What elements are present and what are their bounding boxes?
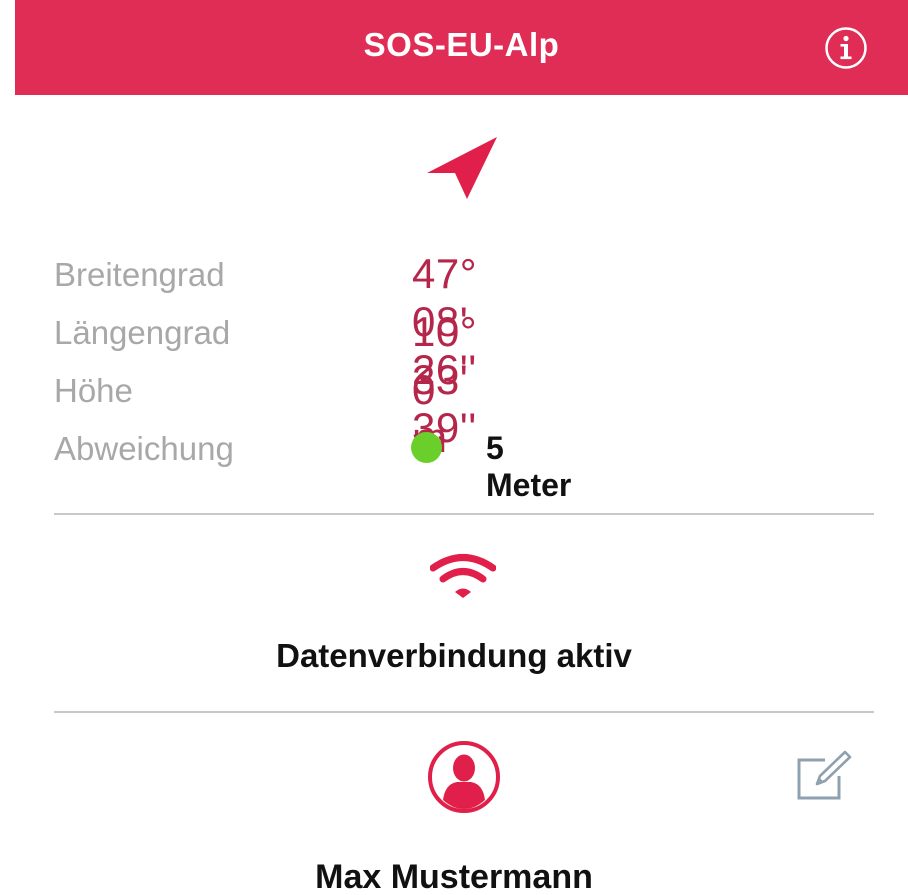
info-button[interactable] (824, 26, 868, 70)
info-icon (825, 27, 867, 69)
user-name: Max Mustermann (315, 858, 593, 895)
avatar-icon (428, 741, 500, 813)
accuracy-label: Abweichung (54, 430, 234, 467)
accuracy-status-dot (411, 432, 442, 463)
accuracy-value: 5 Meter (486, 430, 572, 503)
latitude-label: Breitengrad (54, 256, 225, 293)
edit-profile-button[interactable] (795, 748, 853, 804)
app-screen: SOS-EU-Alp Breitengrad 47° 08' 26'' Läng… (0, 0, 908, 895)
edit-icon (797, 750, 852, 800)
navigation-bar: SOS-EU-Alp (15, 0, 908, 95)
navigation-arrow-icon (427, 137, 497, 199)
wifi-icon (430, 554, 496, 598)
connection-status-label: Datenverbindung aktiv (276, 637, 632, 674)
altitude-label: Höhe (54, 372, 133, 409)
longitude-label: Längengrad (54, 314, 231, 351)
divider (54, 711, 874, 713)
divider (54, 513, 874, 515)
app-title: SOS-EU-Alp (363, 26, 560, 63)
